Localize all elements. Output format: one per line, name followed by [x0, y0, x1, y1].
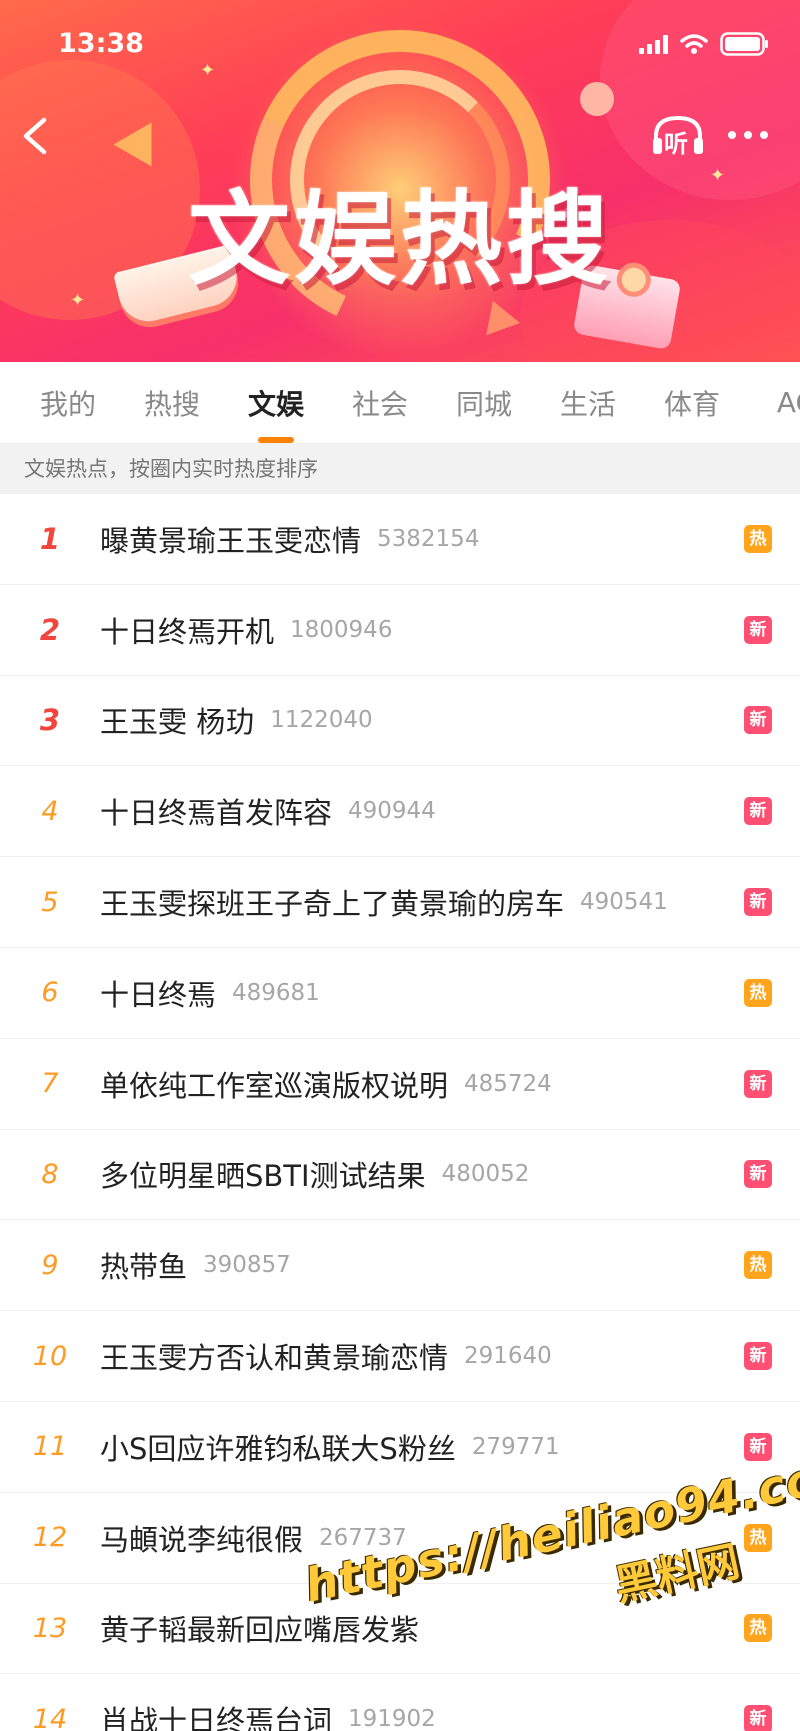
list-item[interactable]: 4 十日终焉首发阵容 490944 新 — [0, 766, 800, 858]
item-heat-count: 5382154 — [377, 525, 480, 552]
item-heat-count: 480052 — [441, 1161, 530, 1188]
list-item[interactable]: 8 多位明星晒SBTI测试结果 480052 新 — [0, 1130, 800, 1221]
rank-number: 14 — [32, 1703, 68, 1731]
item-heat-count: 191902 — [348, 1706, 436, 1731]
list-item[interactable]: 14 肖战十日终焉台词 191902 新 — [0, 1674, 800, 1731]
signal-icon — [639, 34, 668, 54]
new-badge: 新 — [744, 1069, 772, 1098]
planet-decoration-icon — [580, 82, 614, 116]
hot-badge: 热 — [744, 1251, 772, 1280]
hot-badge: 热 — [744, 524, 772, 553]
list-item[interactable]: 5 王玉雯探班王子奇上了黄景瑜的房车 490541 新 — [0, 857, 800, 948]
rank-number: 11 — [32, 1431, 68, 1463]
rank-number: 3 — [39, 703, 61, 738]
list-item[interactable]: 2 十日终焉开机 1800946 新 — [0, 585, 800, 676]
item-heat-count: 485724 — [464, 1070, 552, 1097]
item-title: 马頔说李纯很假 — [100, 1522, 304, 1557]
item-heat-count: 489681 — [232, 979, 320, 1006]
rank-number: 6 — [41, 977, 59, 1009]
list-item[interactable]: 9 热带鱼 390857 热 — [0, 1220, 800, 1312]
item-title: 王玉雯探班王子奇上了黄景瑜的房车 — [100, 887, 565, 922]
hot-badge: 热 — [744, 1614, 772, 1643]
header-banner: ✦ ✦ ✦ 13:38 听 文娱热搜 — [0, 0, 800, 362]
new-badge: 新 — [744, 1160, 772, 1189]
sparkle-icon: ✦ — [200, 60, 216, 81]
new-badge: 新 — [744, 1432, 772, 1461]
battery-icon — [720, 32, 770, 56]
item-heat-count: 1122040 — [270, 707, 373, 734]
new-badge: 新 — [744, 797, 772, 826]
item-title: 十日终焉开机 — [100, 614, 275, 649]
tab-sports[interactable]: 体育 — [640, 383, 744, 423]
new-badge: 新 — [744, 706, 772, 735]
item-heat-count: 490541 — [580, 889, 668, 916]
item-heat-count: 291640 — [464, 1343, 552, 1370]
tab-mine[interactable]: 我的 — [16, 383, 120, 423]
rank-number: 4 — [41, 795, 59, 827]
item-title: 十日终焉首发阵容 — [100, 796, 333, 831]
tab-acg[interactable]: AC — [744, 386, 800, 419]
item-title: 多位明星晒SBTI测试结果 — [100, 1159, 426, 1194]
item-heat-count: 279771 — [471, 1433, 560, 1460]
item-title: 肖战十日终焉台词 — [100, 1704, 333, 1731]
new-badge: 新 — [744, 615, 772, 644]
list-item[interactable]: 1 曝黄景瑜王玉雯恋情 5382154 热 — [0, 494, 800, 585]
back-button[interactable] — [16, 112, 56, 160]
new-badge: 新 — [744, 1342, 772, 1371]
ranking-hint: 文娱热点，按圈内实时热度排序 — [0, 444, 800, 494]
new-badge: 新 — [744, 888, 772, 917]
listen-label: 听 — [664, 130, 688, 158]
more-button[interactable] — [728, 120, 776, 150]
tab-entertainment[interactable]: 文娱 — [224, 383, 328, 443]
rank-number: 7 — [41, 1068, 59, 1100]
rank-number: 2 — [39, 612, 61, 647]
dot-icon — [728, 131, 736, 139]
rank-number: 8 — [41, 1158, 59, 1190]
status-time: 13:38 — [58, 28, 144, 59]
tab-local[interactable]: 同城 — [432, 383, 536, 423]
list-item[interactable]: 6 十日终焉 489681 热 — [0, 948, 800, 1039]
rank-number: 10 — [32, 1340, 68, 1372]
dot-icon — [744, 131, 752, 139]
wifi-icon — [680, 33, 708, 55]
item-title: 单依纯工作室巡演版权说明 — [100, 1068, 449, 1103]
rank-number: 5 — [41, 886, 59, 918]
list-item[interactable]: 3 王玉雯 杨玏 1122040 新 — [0, 676, 800, 767]
tab-society[interactable]: 社会 — [328, 383, 432, 423]
new-badge: 新 — [744, 1705, 772, 1731]
item-title: 小S回应许雅钧私联大S粉丝 — [100, 1431, 456, 1466]
category-tabs: 我的 热搜 文娱 社会 同城 生活 体育 AC — [0, 362, 800, 444]
item-heat-count: 390857 — [203, 1252, 291, 1279]
listen-button[interactable]: 听 — [650, 112, 706, 160]
chevron-left-icon — [23, 117, 47, 155]
item-title: 王玉雯方否认和黄景瑜恋情 — [100, 1341, 449, 1376]
status-icons — [639, 32, 770, 56]
item-title: 热带鱼 — [100, 1250, 188, 1285]
dot-icon — [760, 131, 768, 139]
tab-life[interactable]: 生活 — [536, 383, 640, 423]
rank-number: 12 — [32, 1522, 68, 1554]
rank-number: 9 — [41, 1249, 59, 1281]
hot-badge: 热 — [744, 978, 772, 1007]
item-heat-count: 1800946 — [290, 616, 393, 643]
list-item[interactable]: 10 王玉雯方否认和黄景瑜恋情 291640 新 — [0, 1311, 800, 1402]
item-title: 十日终焉 — [100, 977, 217, 1012]
list-item[interactable]: 7 单依纯工作室巡演版权说明 485724 新 — [0, 1039, 800, 1130]
item-title: 王玉雯 杨玏 — [100, 705, 255, 740]
rank-number: 13 — [32, 1612, 68, 1644]
rank-number: 1 — [39, 521, 61, 556]
page-title: 文娱热搜 — [188, 181, 612, 300]
tab-hot-search[interactable]: 热搜 — [120, 383, 224, 423]
item-heat-count: 490944 — [348, 798, 436, 825]
item-title: 曝黄景瑜王玉雯恋情 — [100, 523, 362, 558]
